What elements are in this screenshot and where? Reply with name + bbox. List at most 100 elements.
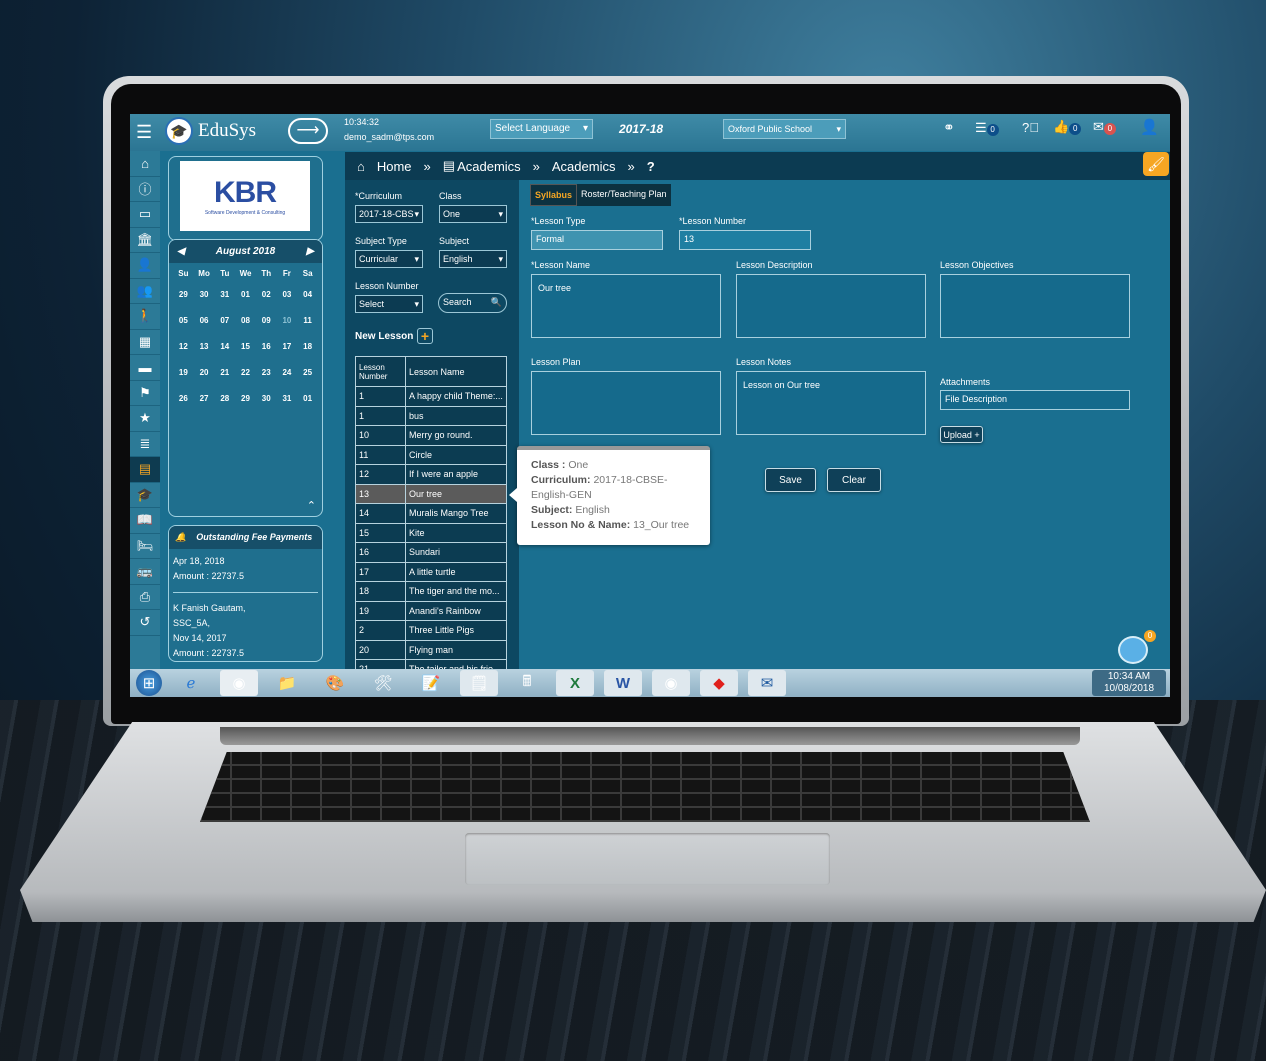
table-row[interactable]: 12 If I were an apple <box>355 464 507 485</box>
table-row[interactable]: 16 Sundari <box>355 542 507 563</box>
calendar-day[interactable]: 06 <box>194 312 215 338</box>
institution-icon[interactable]: 🏛 <box>130 228 160 253</box>
calendar-day[interactable]: 09 <box>256 312 277 338</box>
calendar-day[interactable]: 30 <box>194 286 215 312</box>
calendar-day[interactable]: 15 <box>235 338 256 364</box>
print-icon[interactable]: ⎙ <box>130 585 160 610</box>
calendar-day[interactable]: 01 <box>297 390 318 416</box>
file-description-input[interactable]: File Description <box>940 390 1130 410</box>
breadcrumb-academics[interactable]: Academics <box>457 159 521 174</box>
lesson-plan-textarea[interactable] <box>531 371 721 435</box>
upload-button[interactable]: Upload + <box>940 426 983 443</box>
calendar-day[interactable]: 21 <box>214 364 235 390</box>
history-icon[interactable]: ↺ <box>130 610 160 636</box>
thumbs-up-icon[interactable]: 👍 0 <box>1053 119 1082 135</box>
book-icon[interactable]: 📖 <box>130 508 160 534</box>
calendar-day[interactable]: 17 <box>277 338 298 364</box>
clear-button[interactable]: Clear <box>827 468 881 492</box>
lesson-number-select[interactable]: Select ▾ <box>355 295 423 313</box>
calendar-day[interactable]: 23 <box>256 364 277 390</box>
chrome-icon-2[interactable]: ◉ <box>652 670 690 696</box>
word-icon[interactable]: W <box>604 670 642 696</box>
collapse-chevron-icon[interactable]: ⌃ <box>307 499 316 512</box>
paint-icon[interactable]: 🎨 <box>316 670 354 696</box>
calendar-day[interactable]: 24 <box>277 364 298 390</box>
add-lesson-button[interactable]: + <box>417 328 433 344</box>
calendar-day[interactable]: 28 <box>214 390 235 416</box>
lesson-number-field[interactable]: 13 <box>679 230 811 250</box>
next-month-button[interactable]: ▶ <box>306 246 314 257</box>
tab-roster-teaching-plan[interactable]: Roster/Teaching Plan <box>577 184 671 206</box>
users-icon[interactable]: 👥 <box>130 279 160 304</box>
flag-icon[interactable]: ⚑ <box>130 381 160 406</box>
monitor-icon[interactable]: ▭ <box>130 202 160 228</box>
calendar-day[interactable]: 14 <box>214 338 235 364</box>
language-select[interactable]: Select Language ▾ <box>490 119 593 139</box>
calculator-icon[interactable]: ▦ <box>130 330 160 355</box>
curriculum-select[interactable]: 2017-18-CBS ▾ <box>355 205 423 223</box>
calculator-app-icon[interactable]: 🖩 <box>508 670 546 696</box>
calendar-day[interactable]: 11 <box>297 312 318 338</box>
logout-arrow-button[interactable]: ⟶ <box>288 118 328 144</box>
calendar-day[interactable]: 31 <box>214 286 235 312</box>
tools-icon[interactable]: 🛠 <box>364 670 402 696</box>
calendar-day[interactable]: 03 <box>277 286 298 312</box>
calendar-day[interactable]: 29 <box>173 286 194 312</box>
subject-type-select[interactable]: Curricular ▾ <box>355 250 423 268</box>
tab-syllabus[interactable]: Syllabus <box>530 184 578 206</box>
calendar-day[interactable]: 01 <box>235 286 256 312</box>
calendar-day[interactable]: 22 <box>235 364 256 390</box>
breadcrumb-help[interactable]: ? <box>647 159 655 174</box>
internet-explorer-icon[interactable]: ℯ <box>172 670 210 696</box>
table-row[interactable]: 10 Merry go round. <box>355 425 507 446</box>
calendar-day[interactable]: 16 <box>256 338 277 364</box>
calendar-day[interactable]: 13 <box>194 338 215 364</box>
calendar-day[interactable]: 18 <box>297 338 318 364</box>
user-icon[interactable]: 👤 <box>1140 118 1159 136</box>
calendar-day[interactable]: 25 <box>297 364 318 390</box>
lesson-type-field[interactable]: Formal <box>531 230 663 250</box>
notepad-icon[interactable]: 📝 <box>412 670 450 696</box>
search-icon[interactable]: 🔍 <box>491 297 502 309</box>
bed-icon[interactable]: 🛏 <box>130 534 160 559</box>
breadcrumb-home[interactable]: Home <box>377 159 412 174</box>
link-icon[interactable]: ⚭ <box>943 119 955 136</box>
bus-icon[interactable]: 🚌 <box>130 559 160 585</box>
info-icon[interactable]: ⓘ <box>130 177 160 202</box>
menu-icon[interactable]: ☰ <box>136 122 152 143</box>
calendar-day[interactable]: 12 <box>173 338 194 364</box>
table-row[interactable]: 14 Muralis Mango Tree <box>355 503 507 524</box>
calendar-day[interactable]: 10 <box>277 312 298 338</box>
table-row[interactable]: 1 bus <box>355 405 507 426</box>
home-icon[interactable]: ⌂ <box>130 151 160 177</box>
table-row[interactable]: 17 A little turtle <box>355 561 507 582</box>
calendar-day[interactable]: 31 <box>277 390 298 416</box>
list-icon[interactable]: ≣ <box>130 432 160 457</box>
credit-card-icon[interactable]: ▬ <box>130 355 160 381</box>
table-row[interactable]: 18 The tiger and the mo... <box>355 581 507 602</box>
files-icon[interactable]: 🗒 <box>460 670 498 696</box>
prev-month-button[interactable]: ◀ <box>177 246 185 257</box>
excel-icon[interactable]: X <box>556 670 594 696</box>
chrome-icon[interactable]: ◉ <box>220 670 258 696</box>
tasks-icon[interactable]: ☰ 0 <box>975 120 999 136</box>
school-select[interactable]: Oxford Public School ▾ <box>723 119 846 139</box>
calendar-day[interactable]: 08 <box>235 312 256 338</box>
lesson-notes-textarea[interactable]: Lesson on Our tree <box>736 371 926 435</box>
start-button[interactable]: ⊞ <box>136 670 162 696</box>
table-row[interactable]: 13 Our tree <box>355 483 507 504</box>
star-icon[interactable]: ★ <box>130 406 160 432</box>
breadcrumb-academics-2[interactable]: Academics <box>552 159 616 174</box>
table-row[interactable]: 11 Circle <box>355 444 507 465</box>
academics-document-icon[interactable]: ▤ <box>130 457 160 483</box>
calendar-day[interactable]: 05 <box>173 312 194 338</box>
graduation-cap-icon[interactable]: 🎓 <box>130 483 160 508</box>
folder-icon[interactable]: 📁 <box>268 670 306 696</box>
calendar-day[interactable]: 04 <box>297 286 318 312</box>
table-row[interactable]: 19 Anandi's Rainbow <box>355 600 507 621</box>
subject-select[interactable]: English ▾ <box>439 250 507 268</box>
table-row[interactable]: 2 Three Little Pigs <box>355 620 507 641</box>
paint-brush-icon[interactable]: 🖌 <box>1143 152 1169 176</box>
calendar-day[interactable]: 30 <box>256 390 277 416</box>
calendar-day[interactable]: 26 <box>173 390 194 416</box>
